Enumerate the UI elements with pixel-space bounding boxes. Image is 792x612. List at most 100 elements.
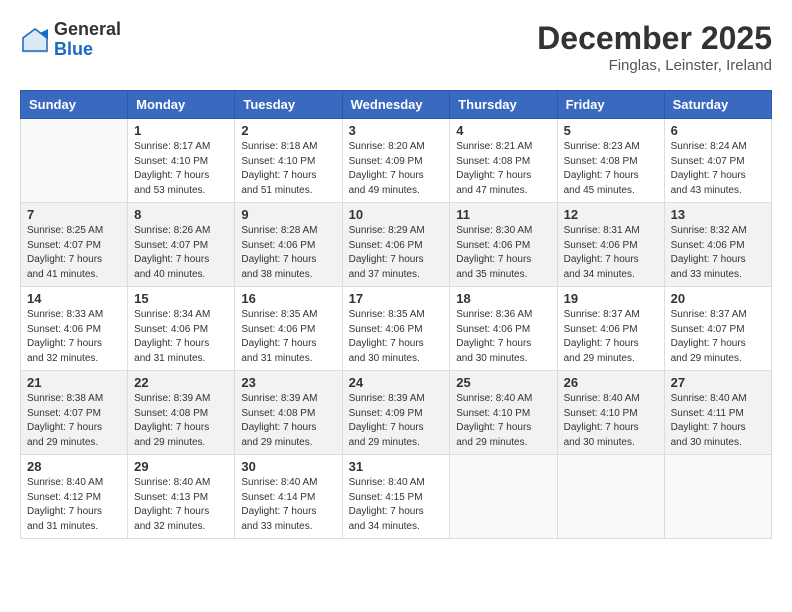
calendar-cell: 24 Sunrise: 8:39 AMSunset: 4:09 PMDayligh… — [342, 371, 450, 455]
calendar-cell: 8 Sunrise: 8:26 AMSunset: 4:07 PMDaylight… — [128, 203, 235, 287]
day-number: 7 — [27, 207, 121, 222]
calendar-cell: 15Sunrise: 8:34 AMSunset: 4:06 PMDayligh… — [128, 287, 235, 371]
calendar-cell: 18 Sunrise: 8:36 AMSunset: 4:06 PMDayligh… — [450, 287, 557, 371]
calendar-header-row: SundayMondayTuesdayWednesdayThursdayFrid… — [21, 91, 772, 119]
day-info: Sunrise: 8:39 AMSunset: 4:08 PMDaylight:… — [134, 392, 228, 450]
day-info: Sunrise: 8:40 AMSunset: 4:10 PMDaylight:… — [564, 392, 658, 450]
calendar-cell — [557, 455, 664, 539]
calendar-cell: 20 Sunrise: 8:37 AMSunset: 4:07 PMDayligh… — [664, 287, 771, 371]
day-number: 31 — [349, 459, 444, 474]
day-number: 19 — [564, 291, 658, 306]
day-info: Sunrise: 8:25 AMSunset: 4:07 PMDaylight:… — [27, 224, 121, 282]
logo: General Blue — [20, 20, 121, 60]
calendar-cell: 31Sunrise: 8:40 AMSunset: 4:15 PMDayligh… — [342, 455, 450, 539]
calendar-week-row: 7 Sunrise: 8:25 AMSunset: 4:07 PMDaylight… — [21, 203, 772, 287]
logo-icon — [20, 25, 50, 55]
day-info: Sunrise: 8:28 AMSunset: 4:06 PMDaylight:… — [241, 224, 335, 282]
page-header: General Blue December 2025 Finglas, Lein… — [20, 20, 772, 74]
calendar-cell: 19Sunrise: 8:37 AMSunset: 4:06 PMDayligh… — [557, 287, 664, 371]
day-number: 28 — [27, 459, 121, 474]
calendar-cell: 1Sunrise: 8:17 AMSunset: 4:10 PMDaylight… — [128, 119, 235, 203]
logo-blue-text: Blue — [54, 40, 121, 60]
day-info: Sunrise: 8:36 AMSunset: 4:06 PMDaylight:… — [456, 308, 550, 366]
day-info: Sunrise: 8:24 AMSunset: 4:07 PMDaylight:… — [671, 140, 765, 198]
column-header-friday: Friday — [557, 91, 664, 119]
calendar-cell: 7 Sunrise: 8:25 AMSunset: 4:07 PMDaylight… — [21, 203, 128, 287]
column-header-monday: Monday — [128, 91, 235, 119]
calendar-week-row: 14 Sunrise: 8:33 AMSunset: 4:06 PMDayligh… — [21, 287, 772, 371]
calendar-cell: 21 Sunrise: 8:38 AMSunset: 4:07 PMDayligh… — [21, 371, 128, 455]
day-number: 8 — [134, 207, 228, 222]
calendar-cell: 3 Sunrise: 8:20 AMSunset: 4:09 PMDaylight… — [342, 119, 450, 203]
day-info: Sunrise: 8:40 AMSunset: 4:14 PMDaylight:… — [241, 476, 335, 534]
day-info: Sunrise: 8:40 AMSunset: 4:11 PMDaylight:… — [671, 392, 765, 450]
day-number: 17 — [349, 291, 444, 306]
month-title: December 2025 — [537, 20, 772, 57]
day-info: Sunrise: 8:40 AMSunset: 4:10 PMDaylight:… — [456, 392, 550, 450]
location-subtitle: Finglas, Leinster, Ireland — [537, 57, 772, 74]
day-number: 25 — [456, 375, 550, 390]
day-number: 13 — [671, 207, 765, 222]
calendar-cell: 4 Sunrise: 8:21 AMSunset: 4:08 PMDaylight… — [450, 119, 557, 203]
day-number: 22 — [134, 375, 228, 390]
day-info: Sunrise: 8:21 AMSunset: 4:08 PMDaylight:… — [456, 140, 550, 198]
calendar-cell: 6 Sunrise: 8:24 AMSunset: 4:07 PMDaylight… — [664, 119, 771, 203]
day-info: Sunrise: 8:23 AMSunset: 4:08 PMDaylight:… — [564, 140, 658, 198]
calendar-cell: 2 Sunrise: 8:18 AMSunset: 4:10 PMDaylight… — [235, 119, 342, 203]
column-header-wednesday: Wednesday — [342, 91, 450, 119]
column-header-sunday: Sunday — [21, 91, 128, 119]
calendar-cell: 16Sunrise: 8:35 AMSunset: 4:06 PMDayligh… — [235, 287, 342, 371]
day-info: Sunrise: 8:33 AMSunset: 4:06 PMDaylight:… — [27, 308, 121, 366]
day-info: Sunrise: 8:30 AMSunset: 4:06 PMDaylight:… — [456, 224, 550, 282]
day-number: 27 — [671, 375, 765, 390]
column-header-thursday: Thursday — [450, 91, 557, 119]
day-number: 6 — [671, 123, 765, 138]
day-info: Sunrise: 8:18 AMSunset: 4:10 PMDaylight:… — [241, 140, 335, 198]
day-number: 14 — [27, 291, 121, 306]
day-info: Sunrise: 8:37 AMSunset: 4:07 PMDaylight:… — [671, 308, 765, 366]
day-info: Sunrise: 8:40 AMSunset: 4:13 PMDaylight:… — [134, 476, 228, 534]
day-info: Sunrise: 8:35 AMSunset: 4:06 PMDaylight:… — [349, 308, 444, 366]
day-number: 18 — [456, 291, 550, 306]
calendar-cell: 23 Sunrise: 8:39 AMSunset: 4:08 PMDayligh… — [235, 371, 342, 455]
calendar-cell: 26 Sunrise: 8:40 AMSunset: 4:10 PMDayligh… — [557, 371, 664, 455]
day-number: 11 — [456, 207, 550, 222]
calendar-cell: 27 Sunrise: 8:40 AMSunset: 4:11 PMDayligh… — [664, 371, 771, 455]
day-info: Sunrise: 8:26 AMSunset: 4:07 PMDaylight:… — [134, 224, 228, 282]
logo-general-text: General — [54, 20, 121, 40]
day-number: 29 — [134, 459, 228, 474]
day-info: Sunrise: 8:38 AMSunset: 4:07 PMDaylight:… — [27, 392, 121, 450]
day-info: Sunrise: 8:39 AMSunset: 4:08 PMDaylight:… — [241, 392, 335, 450]
calendar-week-row: 1Sunrise: 8:17 AMSunset: 4:10 PMDaylight… — [21, 119, 772, 203]
day-number: 9 — [241, 207, 335, 222]
day-number: 20 — [671, 291, 765, 306]
day-number: 12 — [564, 207, 658, 222]
day-info: Sunrise: 8:29 AMSunset: 4:06 PMDaylight:… — [349, 224, 444, 282]
day-number: 2 — [241, 123, 335, 138]
calendar-cell: 14 Sunrise: 8:33 AMSunset: 4:06 PMDayligh… — [21, 287, 128, 371]
calendar-cell: 11 Sunrise: 8:30 AMSunset: 4:06 PMDayligh… — [450, 203, 557, 287]
day-number: 5 — [564, 123, 658, 138]
calendar-cell: 28Sunrise: 8:40 AMSunset: 4:12 PMDayligh… — [21, 455, 128, 539]
calendar-cell — [664, 455, 771, 539]
calendar-cell: 5 Sunrise: 8:23 AMSunset: 4:08 PMDaylight… — [557, 119, 664, 203]
day-info: Sunrise: 8:34 AMSunset: 4:06 PMDaylight:… — [134, 308, 228, 366]
day-number: 3 — [349, 123, 444, 138]
calendar-cell: 13Sunrise: 8:32 AMSunset: 4:06 PMDayligh… — [664, 203, 771, 287]
title-section: December 2025 Finglas, Leinster, Ireland — [537, 20, 772, 74]
day-number: 4 — [456, 123, 550, 138]
day-number: 21 — [27, 375, 121, 390]
day-info: Sunrise: 8:31 AMSunset: 4:06 PMDaylight:… — [564, 224, 658, 282]
calendar-cell: 22 Sunrise: 8:39 AMSunset: 4:08 PMDayligh… — [128, 371, 235, 455]
calendar-cell: 29 Sunrise: 8:40 AMSunset: 4:13 PMDayligh… — [128, 455, 235, 539]
day-number: 23 — [241, 375, 335, 390]
day-number: 24 — [349, 375, 444, 390]
calendar-cell: 25 Sunrise: 8:40 AMSunset: 4:10 PMDayligh… — [450, 371, 557, 455]
day-info: Sunrise: 8:20 AMSunset: 4:09 PMDaylight:… — [349, 140, 444, 198]
calendar-week-row: 28Sunrise: 8:40 AMSunset: 4:12 PMDayligh… — [21, 455, 772, 539]
calendar-cell — [450, 455, 557, 539]
day-info: Sunrise: 8:39 AMSunset: 4:09 PMDaylight:… — [349, 392, 444, 450]
calendar-cell: 17 Sunrise: 8:35 AMSunset: 4:06 PMDayligh… — [342, 287, 450, 371]
calendar-week-row: 21 Sunrise: 8:38 AMSunset: 4:07 PMDayligh… — [21, 371, 772, 455]
day-number: 26 — [564, 375, 658, 390]
